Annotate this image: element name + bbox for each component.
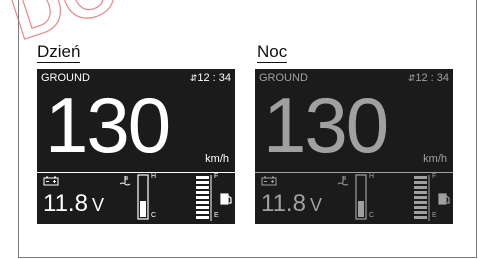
coolant-temperature-icon <box>337 176 349 186</box>
fuel-full-label: F <box>214 173 219 180</box>
night-display: GROUND ⇵12 : 34 130 km/h H C F E 11.8 V <box>255 69 453 224</box>
temp-low-label: C <box>369 212 375 219</box>
battery-icon <box>261 176 277 186</box>
clock-readout: ⇵12 : 34 <box>408 72 449 84</box>
speed-value: 130 <box>263 81 389 169</box>
fuel-gauge <box>414 175 430 221</box>
voltage-unit: V <box>91 195 104 215</box>
battery-icon <box>43 176 59 186</box>
clock-text: 12 : 34 <box>415 72 449 84</box>
temperature-gauge <box>137 174 149 220</box>
voltage-unit: V <box>309 195 322 215</box>
coolant-temperature-icon <box>119 176 131 186</box>
voltage-value: 11.8 <box>261 190 306 217</box>
day-display: GROUND ⇵12 : 34 130 km/h H C F E 11.8 V <box>37 69 235 224</box>
voltage-readout: 11.8 V <box>261 190 322 219</box>
clock-readout: ⇵12 : 34 <box>190 72 231 84</box>
fuel-empty-label: E <box>432 212 437 219</box>
speed-unit: km/h <box>205 153 229 165</box>
voltage-value: 11.8 <box>43 190 88 217</box>
speed-unit: km/h <box>423 153 447 165</box>
voltage-readout: 11.8 V <box>43 190 104 219</box>
fuel-gauge <box>196 175 212 221</box>
caption-night: Noc <box>257 42 288 63</box>
fuel-empty-label: E <box>214 212 219 219</box>
speed-value: 130 <box>45 81 171 169</box>
fuel-pump-icon <box>438 193 450 205</box>
caption-day: Dzień <box>37 42 81 63</box>
fuel-full-label: F <box>432 173 437 180</box>
temp-high-label: H <box>369 173 375 180</box>
clock-text: 12 : 34 <box>197 72 231 84</box>
temp-low-label: C <box>151 212 157 219</box>
temp-high-label: H <box>151 173 157 180</box>
temperature-gauge <box>355 174 367 220</box>
fuel-pump-icon <box>220 193 232 205</box>
